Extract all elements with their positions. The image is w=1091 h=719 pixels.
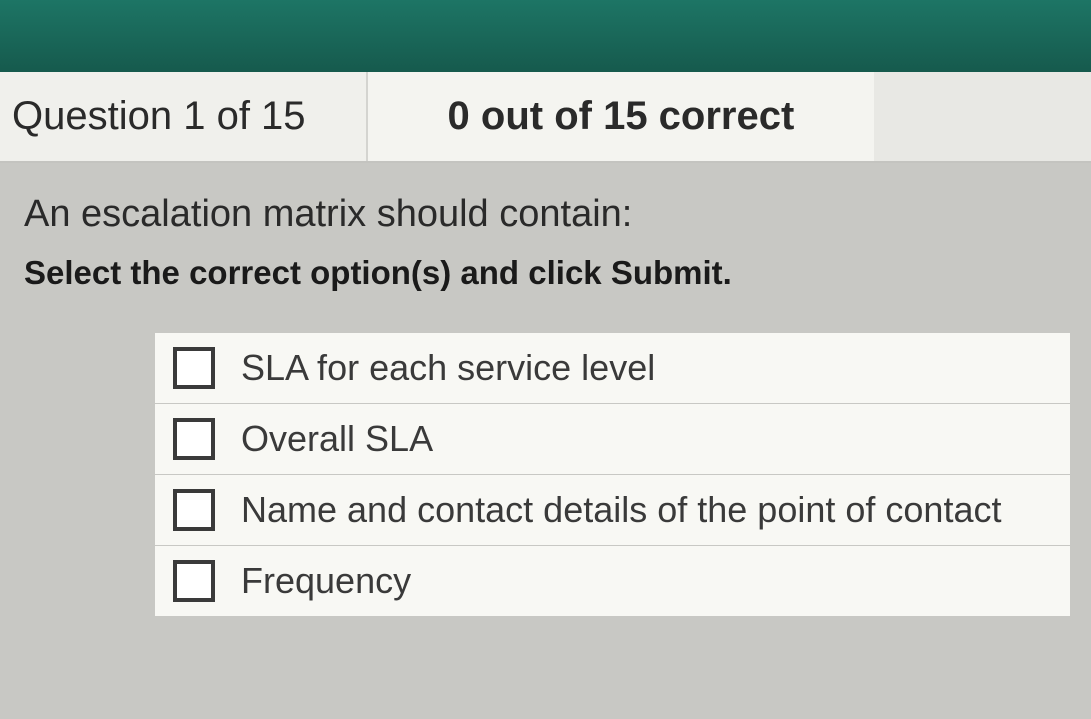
question-progress: Question 1 of 15: [0, 72, 368, 161]
question-instruction: Select the correct option(s) and click S…: [24, 254, 1071, 292]
options-list: SLA for each service level Overall SLA N…: [154, 332, 1071, 617]
option-row[interactable]: SLA for each service level: [154, 332, 1071, 403]
option-label: Frequency: [241, 560, 411, 602]
app-header-bar: [0, 0, 1091, 72]
checkbox-icon[interactable]: [173, 418, 215, 460]
option-row[interactable]: Frequency: [154, 545, 1071, 617]
checkbox-icon[interactable]: [173, 489, 215, 531]
option-label: Name and contact details of the point of…: [241, 489, 1001, 531]
question-prompt: An escalation matrix should contain:: [24, 193, 1071, 236]
checkbox-icon[interactable]: [173, 560, 215, 602]
quiz-status-row: Question 1 of 15 0 out of 15 correct: [0, 72, 1091, 163]
option-label: Overall SLA: [241, 418, 433, 460]
score-status: 0 out of 15 correct: [368, 72, 875, 161]
option-row[interactable]: Overall SLA: [154, 403, 1071, 474]
checkbox-icon[interactable]: [173, 347, 215, 389]
question-area: An escalation matrix should contain: Sel…: [0, 163, 1091, 637]
option-row[interactable]: Name and contact details of the point of…: [154, 474, 1071, 545]
option-label: SLA for each service level: [241, 347, 655, 389]
